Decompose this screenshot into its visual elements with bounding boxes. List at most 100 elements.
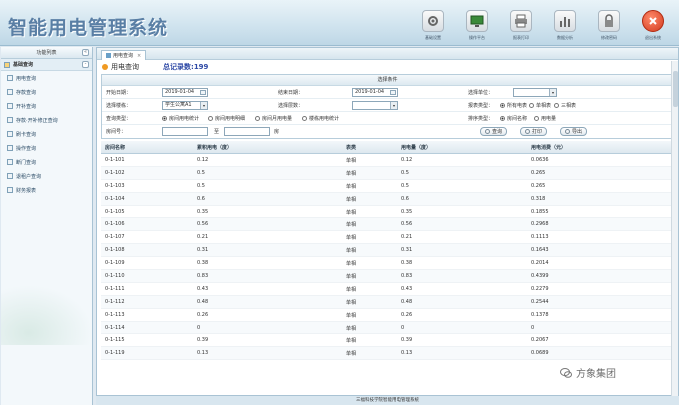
exit-button[interactable]: 退出系统 [635, 4, 671, 44]
report-type-single-radio[interactable]: 单相表 [529, 102, 551, 109]
table-row[interactable]: 0-1-108 0.31 单相 0.31 0.1643 [101, 244, 674, 258]
table-cell: 0-1-101 [105, 157, 125, 163]
select-unit-label: 选择单位： [468, 90, 494, 96]
table-row[interactable]: 0-1-107 0.21 单相 0.21 0.1113 [101, 231, 674, 245]
table-cell: 0-1-114 [105, 324, 125, 331]
table-row[interactable]: 0-1-102 0.5 单相 0.5 0.265 [101, 166, 674, 180]
table-cell: 0.21 [197, 234, 209, 241]
table-cell: 0-1-103 [105, 182, 125, 189]
sort-by-usage-radio[interactable]: 用电量 [534, 115, 556, 122]
table-row[interactable]: 0-1-114 0 单相 0 0 [101, 321, 674, 335]
sidebar-item-card-query[interactable]: 刷卡查询 [1, 127, 92, 141]
table-cell: 0.0636 [531, 157, 549, 163]
table-cell: 0.83 [401, 273, 413, 280]
table-cell: 0.5 [197, 182, 205, 189]
col-meter-type[interactable]: 表类 [346, 144, 356, 151]
sidebar-item-correction-query[interactable]: 存款·开补修正查询 [1, 113, 92, 127]
sidebar-item-power-query[interactable]: 用电查询 [1, 71, 92, 85]
table-cell: 0.1378 [531, 311, 549, 318]
sidebar: 功能列表 « 基础查询 - 用电查询 存款查询 开补查询 存款·开补修正查询 刷… [1, 47, 93, 405]
col-room-name[interactable]: 房间名称 [105, 144, 125, 151]
building-dropdown[interactable]: 学生公寓A1 [162, 101, 208, 110]
sidebar-group-basic-query[interactable]: 基础查询 - [1, 59, 92, 71]
table-cell: 单相 [346, 325, 357, 332]
settings-button[interactable]: 基础设置 [415, 4, 451, 44]
collapse-sidebar-button[interactable]: « [82, 49, 89, 56]
data-analysis-button[interactable]: 数据分析 [547, 4, 583, 44]
query-button[interactable]: 查询 [480, 127, 508, 136]
room-from-input[interactable] [162, 127, 208, 136]
table-cell: 单相 [346, 209, 357, 216]
report-type-all-radio[interactable]: 所有电表 [500, 102, 527, 109]
floor-dropdown[interactable] [352, 101, 398, 110]
room-to-input[interactable] [224, 127, 270, 136]
table-cell: 单相 [346, 274, 357, 281]
search-icon [485, 129, 490, 134]
table-row[interactable]: 0-1-119 0.13 单相 0.13 0.0689 [101, 347, 674, 361]
sidebar-group-label: 基础查询 [13, 62, 34, 68]
scrollbar-thumb[interactable] [673, 71, 678, 107]
select-unit-dropdown[interactable] [513, 88, 557, 97]
export-button[interactable]: 导出 [560, 127, 588, 136]
sidebar-item-deposit-query[interactable]: 存款查询 [1, 85, 92, 99]
query-type-stat-radio[interactable]: 房间用电统计 [162, 115, 199, 122]
filter-row-building: 选择楼栋： 学生公寓A1 选择层数： 报表类型： 所有电表 单相表 三相表 [102, 99, 673, 112]
sort-by-room-radio[interactable]: 房间名称 [500, 115, 527, 122]
col-usage[interactable]: 用电量（度） [401, 144, 431, 151]
col-cumulative-usage[interactable]: 累积用电（度） [197, 144, 232, 151]
table-row[interactable]: 0-1-111 0.43 单相 0.43 0.2279 [101, 283, 674, 296]
calendar-icon[interactable] [390, 90, 396, 95]
table-row[interactable]: 0-1-105 0.35 单相 0.35 0.1855 [101, 206, 674, 219]
table-cell: 0.6 [197, 195, 205, 202]
table-row[interactable]: 0-1-112 0.48 单相 0.48 0.2544 [101, 295, 674, 309]
table-cell: 0 [401, 324, 405, 331]
table-row[interactable]: 0-1-104 0.6 单相 0.6 0.318 [101, 192, 674, 206]
sidebar-item-finance-report[interactable]: 财务报表 [1, 183, 92, 197]
collapse-group-button[interactable]: - [82, 61, 89, 68]
sidebar-item-tenant-query[interactable]: 退租户查询 [1, 169, 92, 183]
table-cell: 0.2067 [531, 337, 549, 344]
table-row[interactable]: 0-1-106 0.56 单相 0.56 0.2968 [101, 218, 674, 232]
print-button[interactable]: 打印 [520, 127, 548, 136]
calendar-icon[interactable] [200, 90, 206, 95]
table-cell: 0.12 [197, 157, 209, 163]
query-type-building-radio[interactable]: 楼栋用电统计 [302, 115, 339, 122]
sidebar-item-operation-query[interactable]: 操作查询 [1, 141, 92, 155]
room-no-label: 房间号： [106, 129, 127, 135]
table-row[interactable]: 0-1-103 0.5 单相 0.5 0.265 [101, 180, 674, 193]
col-cost[interactable]: 用电消费（元） [531, 144, 566, 151]
table-row[interactable]: 0-1-110 0.83 单相 0.83 0.4399 [101, 270, 674, 283]
table-cell: 单相 [346, 158, 357, 164]
tab-power-query[interactable]: 用电查询 × [101, 50, 147, 60]
query-type-monthly-radio[interactable]: 房间月用电量 [255, 115, 292, 122]
vertical-scrollbar[interactable] [671, 61, 678, 396]
change-password-label: 修改密码 [601, 35, 617, 40]
table-cell: 0.5 [401, 169, 409, 176]
report-type-three-radio[interactable]: 三相表 [554, 102, 576, 109]
table-cell: 0.2544 [531, 298, 549, 305]
table-cell: 0.56 [197, 221, 209, 228]
start-date-input[interactable]: 2019-01-04 [162, 88, 208, 97]
table-row[interactable]: 0-1-109 0.38 单相 0.38 0.2014 [101, 257, 674, 271]
table-row[interactable]: 0-1-115 0.39 单相 0.39 0.2067 [101, 334, 674, 348]
table-cell: 0.43 [401, 285, 413, 292]
operation-button[interactable]: 操作平台 [459, 4, 495, 44]
printer-icon [510, 10, 532, 32]
close-tab-icon[interactable]: × [137, 53, 141, 59]
table-cell: 0.2968 [531, 221, 549, 228]
app-header: 智能用电管理系统 基础设置 操作平台 报表打印 数据分析 修改密码 退出系统 [0, 0, 679, 46]
query-type-detail-radio[interactable]: 房间用电明细 [208, 115, 245, 122]
table-cell: 0 [531, 324, 535, 331]
sidebar-item-subsidy-query[interactable]: 开补查询 [1, 99, 92, 113]
settings-label: 基础设置 [425, 35, 441, 40]
end-date-input[interactable]: 2019-01-04 [352, 88, 398, 97]
table-cell: 0.1113 [531, 234, 549, 241]
table-cell: 0-1-107 [105, 234, 125, 241]
print-report-button[interactable]: 报表打印 [503, 4, 539, 44]
sidebar-item-door-query[interactable]: 断门查询 [1, 155, 92, 169]
change-password-button[interactable]: 修改密码 [591, 4, 627, 44]
table-cell: 0.4399 [531, 273, 549, 280]
table-cell: 0-1-102 [105, 169, 125, 176]
table-row[interactable]: 0-1-101 0.12 单相 0.12 0.0636 [101, 154, 674, 167]
table-row[interactable]: 0-1-113 0.26 单相 0.26 0.1378 [101, 309, 674, 322]
